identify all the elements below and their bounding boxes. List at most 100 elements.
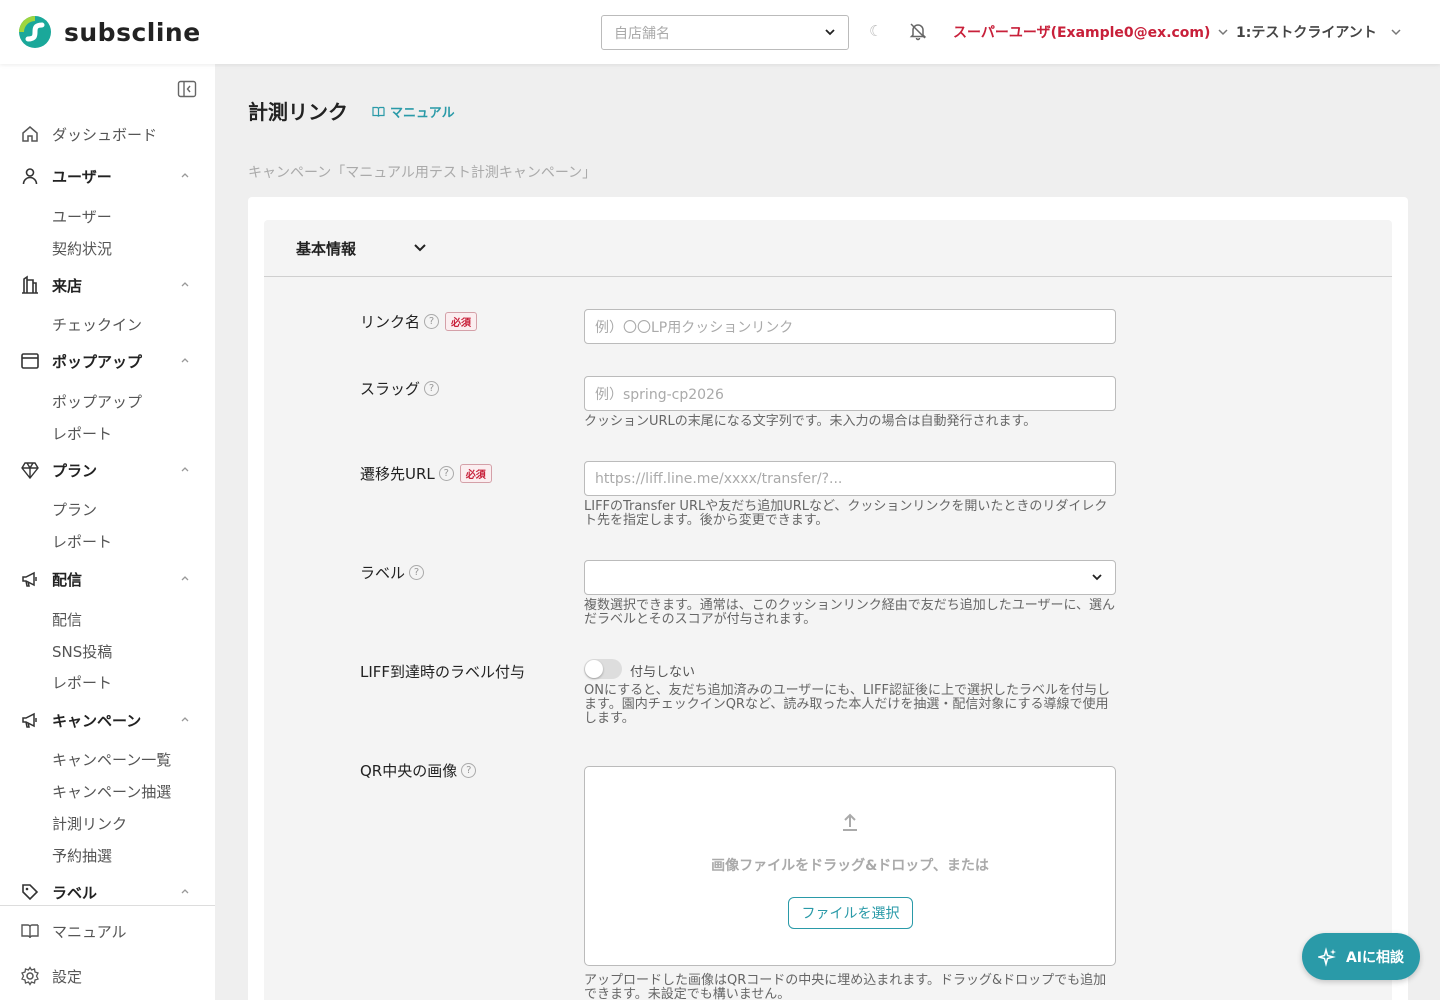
building-icon — [22, 275, 38, 294]
book-icon — [372, 106, 385, 117]
sidebar-item-popup-report[interactable]: レポート — [52, 423, 112, 444]
megaphone-icon — [22, 712, 37, 728]
section-header[interactable]: 基本情報 — [264, 220, 1392, 277]
sidebar-group-plan[interactable]: プラン — [0, 456, 215, 484]
store-select-placeholder: 自店舗名 — [614, 25, 670, 42]
field-label: 遷移先URL — [360, 465, 435, 483]
redirect-url-hint: LIFFのTransfer URLや友だち追加URLなど、クッションリンクを開い… — [584, 499, 1108, 528]
manual-link[interactable]: マニュアル — [372, 102, 455, 121]
breadcrumb[interactable]: キャンペーン「マニュアル用テスト計測キャンペーン」 — [248, 162, 596, 182]
chevron-down-icon — [1218, 29, 1228, 36]
liff-label-hint: ONにすると、友だち追加済みのユーザーにも、LIFF認証後に上で選択したラベルを… — [584, 683, 1110, 726]
user-menu[interactable]: スーパーユーザ(Example0@ex.com) — [953, 22, 1228, 42]
sidebar-item-tracking-link[interactable]: 計測リンク — [52, 813, 127, 834]
chevron-down-icon — [825, 29, 835, 36]
top-header: subscline 自店舗名 ☾ スーパーユーザ(Example0@ex.com… — [0, 0, 1440, 64]
sidebar-item-settings[interactable]: 設定 — [0, 962, 215, 990]
sidebar-group-label: ラベル — [52, 884, 98, 902]
slug-hint: クッションURLの末尾になる文字列です。未入力の場合は自動発行されます。 — [584, 414, 1037, 429]
field-label: ラベル — [360, 564, 406, 582]
required-badge: 必須 — [445, 312, 478, 331]
label-select[interactable] — [584, 560, 1116, 595]
field-label: LIFF到達時のラベル付与 — [360, 663, 526, 681]
tag-icon — [22, 884, 39, 901]
sidebar-group-label: キャンペーン — [52, 712, 142, 730]
sidebar-item-contracts[interactable]: 契約状況 — [52, 238, 112, 259]
dark-mode-icon[interactable]: ☾ — [869, 22, 882, 40]
sidebar-item-plan-report[interactable]: レポート — [52, 531, 112, 552]
logo-mark-icon — [19, 16, 51, 48]
sidebar-collapse-icon[interactable] — [177, 79, 197, 99]
slug-label: スラッグ ? — [360, 378, 440, 399]
slug-input[interactable]: 例）spring-cp2026 — [584, 376, 1116, 411]
field-label: QR中央の画像 — [360, 762, 458, 780]
toggle-knob — [585, 660, 603, 678]
sidebar-item-campaign-lottery[interactable]: キャンペーン抽選 — [52, 781, 171, 802]
home-icon — [22, 126, 38, 142]
qr-image-label: QR中央の画像 ? — [360, 760, 477, 781]
chevron-up-icon — [181, 576, 189, 581]
help-icon[interactable]: ? — [409, 565, 425, 580]
sidebar-item-plan[interactable]: プラン — [52, 499, 97, 520]
sidebar-group-users[interactable]: ユーザー — [0, 162, 215, 190]
help-icon[interactable]: ? — [461, 763, 477, 778]
logo[interactable]: subscline — [16, 15, 201, 49]
label-select-label: ラベル ? — [360, 562, 425, 583]
file-select-button[interactable]: ファイルを選択 — [788, 897, 913, 929]
sidebar-item-sns[interactable]: SNS投稿 — [52, 641, 112, 662]
chevron-down-icon — [1391, 29, 1401, 36]
help-icon[interactable]: ? — [438, 466, 454, 481]
sidebar-item-manual[interactable]: マニュアル — [0, 917, 215, 945]
sidebar-item-campaign-list[interactable]: キャンペーン一覧 — [52, 749, 171, 770]
client-menu-label: 1:テストクライアント — [1236, 25, 1377, 41]
ai-consult-label: AIに相談 — [1345, 949, 1405, 966]
sidebar-group-label: ユーザー — [52, 168, 112, 186]
page-title: 計測リンク — [248, 100, 348, 124]
link-name-input[interactable]: 例）〇〇LP用クッションリンク — [584, 309, 1116, 344]
input-placeholder: 例）spring-cp2026 — [595, 386, 724, 403]
bell-off-icon[interactable] — [908, 21, 928, 41]
sidebar-footer: マニュアル 設定 — [0, 905, 215, 1000]
sidebar-group-label: 来店 — [52, 277, 83, 295]
megaphone-icon — [22, 571, 37, 587]
gear-icon — [21, 966, 39, 986]
sidebar-item-delivery-report[interactable]: レポート — [52, 672, 112, 693]
liff-label-toggle[interactable] — [584, 659, 622, 679]
label-select-hint: 複数選択できます。通常は、このクッションリンク経由で友だち追加したユーザーに、選… — [584, 598, 1116, 627]
sidebar-item-dashboard[interactable]: ダッシュボード — [0, 120, 215, 148]
sidebar-item-delivery[interactable]: 配信 — [52, 609, 82, 630]
sidebar-item-reservation-lottery[interactable]: 予約抽選 — [52, 845, 112, 866]
section-title: 基本情報 — [296, 240, 357, 258]
window-icon — [21, 353, 39, 369]
sidebar-group-label: プラン — [52, 462, 98, 480]
sidebar-group-campaign[interactable]: キャンペーン — [0, 706, 215, 734]
sidebar-item-popup[interactable]: ポップアップ — [52, 391, 142, 412]
sidebar-item-checkin[interactable]: チェックイン — [52, 314, 142, 335]
sidebar-group-label: 配信 — [52, 571, 83, 589]
liff-label-label: LIFF到達時のラベル付与 — [360, 661, 525, 682]
chevron-up-icon — [181, 889, 189, 894]
input-placeholder: https://liff.line.me/xxxx/transfer/?... — [595, 470, 843, 487]
sidebar-group-delivery[interactable]: 配信 — [0, 565, 215, 593]
sidebar-group-label-tags[interactable]: ラベル — [0, 878, 215, 906]
sidebar-group-visits[interactable]: 来店 — [0, 271, 215, 299]
toggle-state-text: 付与しない — [630, 665, 696, 680]
sidebar-item-label: マニュアル — [52, 923, 127, 941]
sidebar-group-popup[interactable]: ポップアップ — [0, 347, 215, 375]
qr-image-dropzone[interactable]: 画像ファイルをドラッグ&ドロップ、または ファイルを選択 — [584, 766, 1116, 966]
redirect-url-input[interactable]: https://liff.line.me/xxxx/transfer/?... — [584, 461, 1116, 496]
chevron-up-icon — [181, 282, 189, 287]
sidebar-item-users[interactable]: ユーザー — [52, 206, 112, 227]
upload-icon — [843, 813, 857, 831]
help-icon[interactable]: ? — [424, 314, 440, 329]
help-icon[interactable]: ? — [424, 381, 440, 396]
chevron-up-icon — [181, 173, 189, 178]
sidebar-item-label: 設定 — [52, 968, 83, 986]
store-select[interactable]: 自店舗名 — [601, 15, 849, 50]
sidebar-item-label: ダッシュボード — [52, 126, 158, 144]
qr-image-hint: アップロードした画像はQRコードの中央に埋め込まれます。ドラッグ&ドロップでも追… — [584, 973, 1107, 1000]
chevron-down-icon — [1092, 574, 1102, 581]
ai-consult-button[interactable]: AIに相談 — [1302, 933, 1420, 980]
chevron-up-icon — [181, 717, 189, 722]
client-menu[interactable]: 1:テストクライアント — [1236, 22, 1401, 42]
